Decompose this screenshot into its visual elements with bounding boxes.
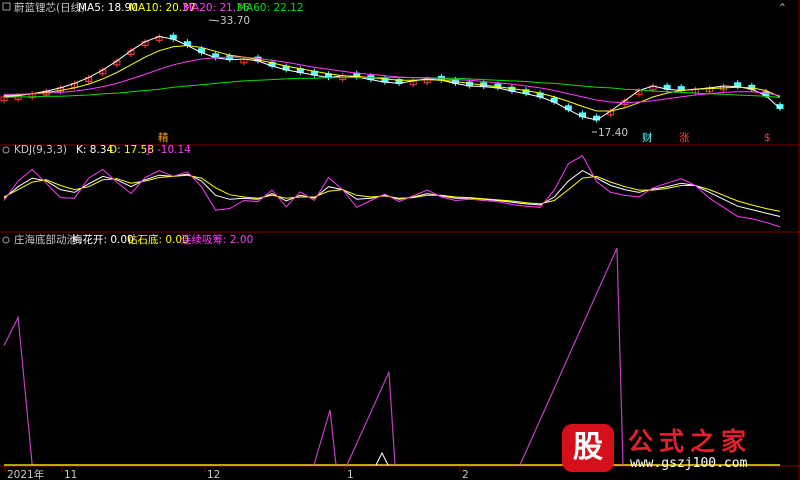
diamond-bottom-marker [375, 451, 389, 466]
x-tick-label: 11 [64, 469, 77, 480]
x-tick-label: 2021年 [7, 468, 44, 480]
watermark: 股 公式之家 www.gszj100.com [556, 420, 792, 476]
moving-average-group [3, 35, 781, 121]
kdj-line-k [3, 170, 781, 217]
ma-line-ma10 [3, 44, 781, 112]
high-price-pointer [208, 19, 220, 22]
indicator-title: 庄海底部动池 [14, 233, 77, 246]
watermark-badge: 股 [562, 424, 614, 472]
signal-marker: $ [764, 132, 771, 144]
kdj-j-label: J: -10.14 [146, 144, 191, 156]
kdj-group [3, 155, 781, 228]
signal-marker: 涨 [679, 132, 690, 144]
kdj-line-d [3, 174, 781, 212]
spike-line [313, 409, 337, 466]
kdj-k-label: K: 8.34 [76, 144, 113, 156]
stock-chart: 2021年 11 12 1 2 蔚蓝锂芯(日线) MA5: 18.90 MA10: 20… [0, 0, 800, 480]
low-price-label: 17.40 [598, 127, 628, 139]
stock-title: 蔚蓝锂芯(日线) [14, 1, 85, 14]
indicator-b-label: 钻石底: 0.00 [127, 233, 189, 246]
watermark-url: www.gszj100.com [630, 456, 748, 471]
kdj-line-j [3, 155, 781, 228]
kdj-title: KDJ(9,3,3) [14, 144, 67, 156]
spike-line [346, 371, 396, 466]
chevron-up-icon[interactable]: ⌃ [778, 2, 787, 14]
watermark-title: 公式之家 [628, 427, 753, 456]
x-tick-label: 1 [347, 469, 354, 480]
collapse-icon[interactable] [2, 2, 11, 11]
high-price-label: 33.70 [220, 15, 250, 27]
x-tick-label: 2 [462, 469, 469, 480]
ma-line-ma5 [3, 35, 781, 121]
signal-marker: 精 [158, 131, 169, 144]
ma60-label: MA60: 22.12 [237, 2, 304, 14]
indicator-c-label: 连续吸筹: 2.00 [181, 233, 253, 246]
settings-icon[interactable] [2, 146, 10, 154]
indicator-a-label: 梅花开: 0.00 [72, 233, 134, 246]
x-axis-group: 2021年 11 12 1 2 [4, 466, 469, 480]
signal-marker: 财 [642, 131, 653, 144]
settings-icon[interactable] [2, 236, 10, 244]
x-tick-label: 12 [207, 469, 220, 480]
